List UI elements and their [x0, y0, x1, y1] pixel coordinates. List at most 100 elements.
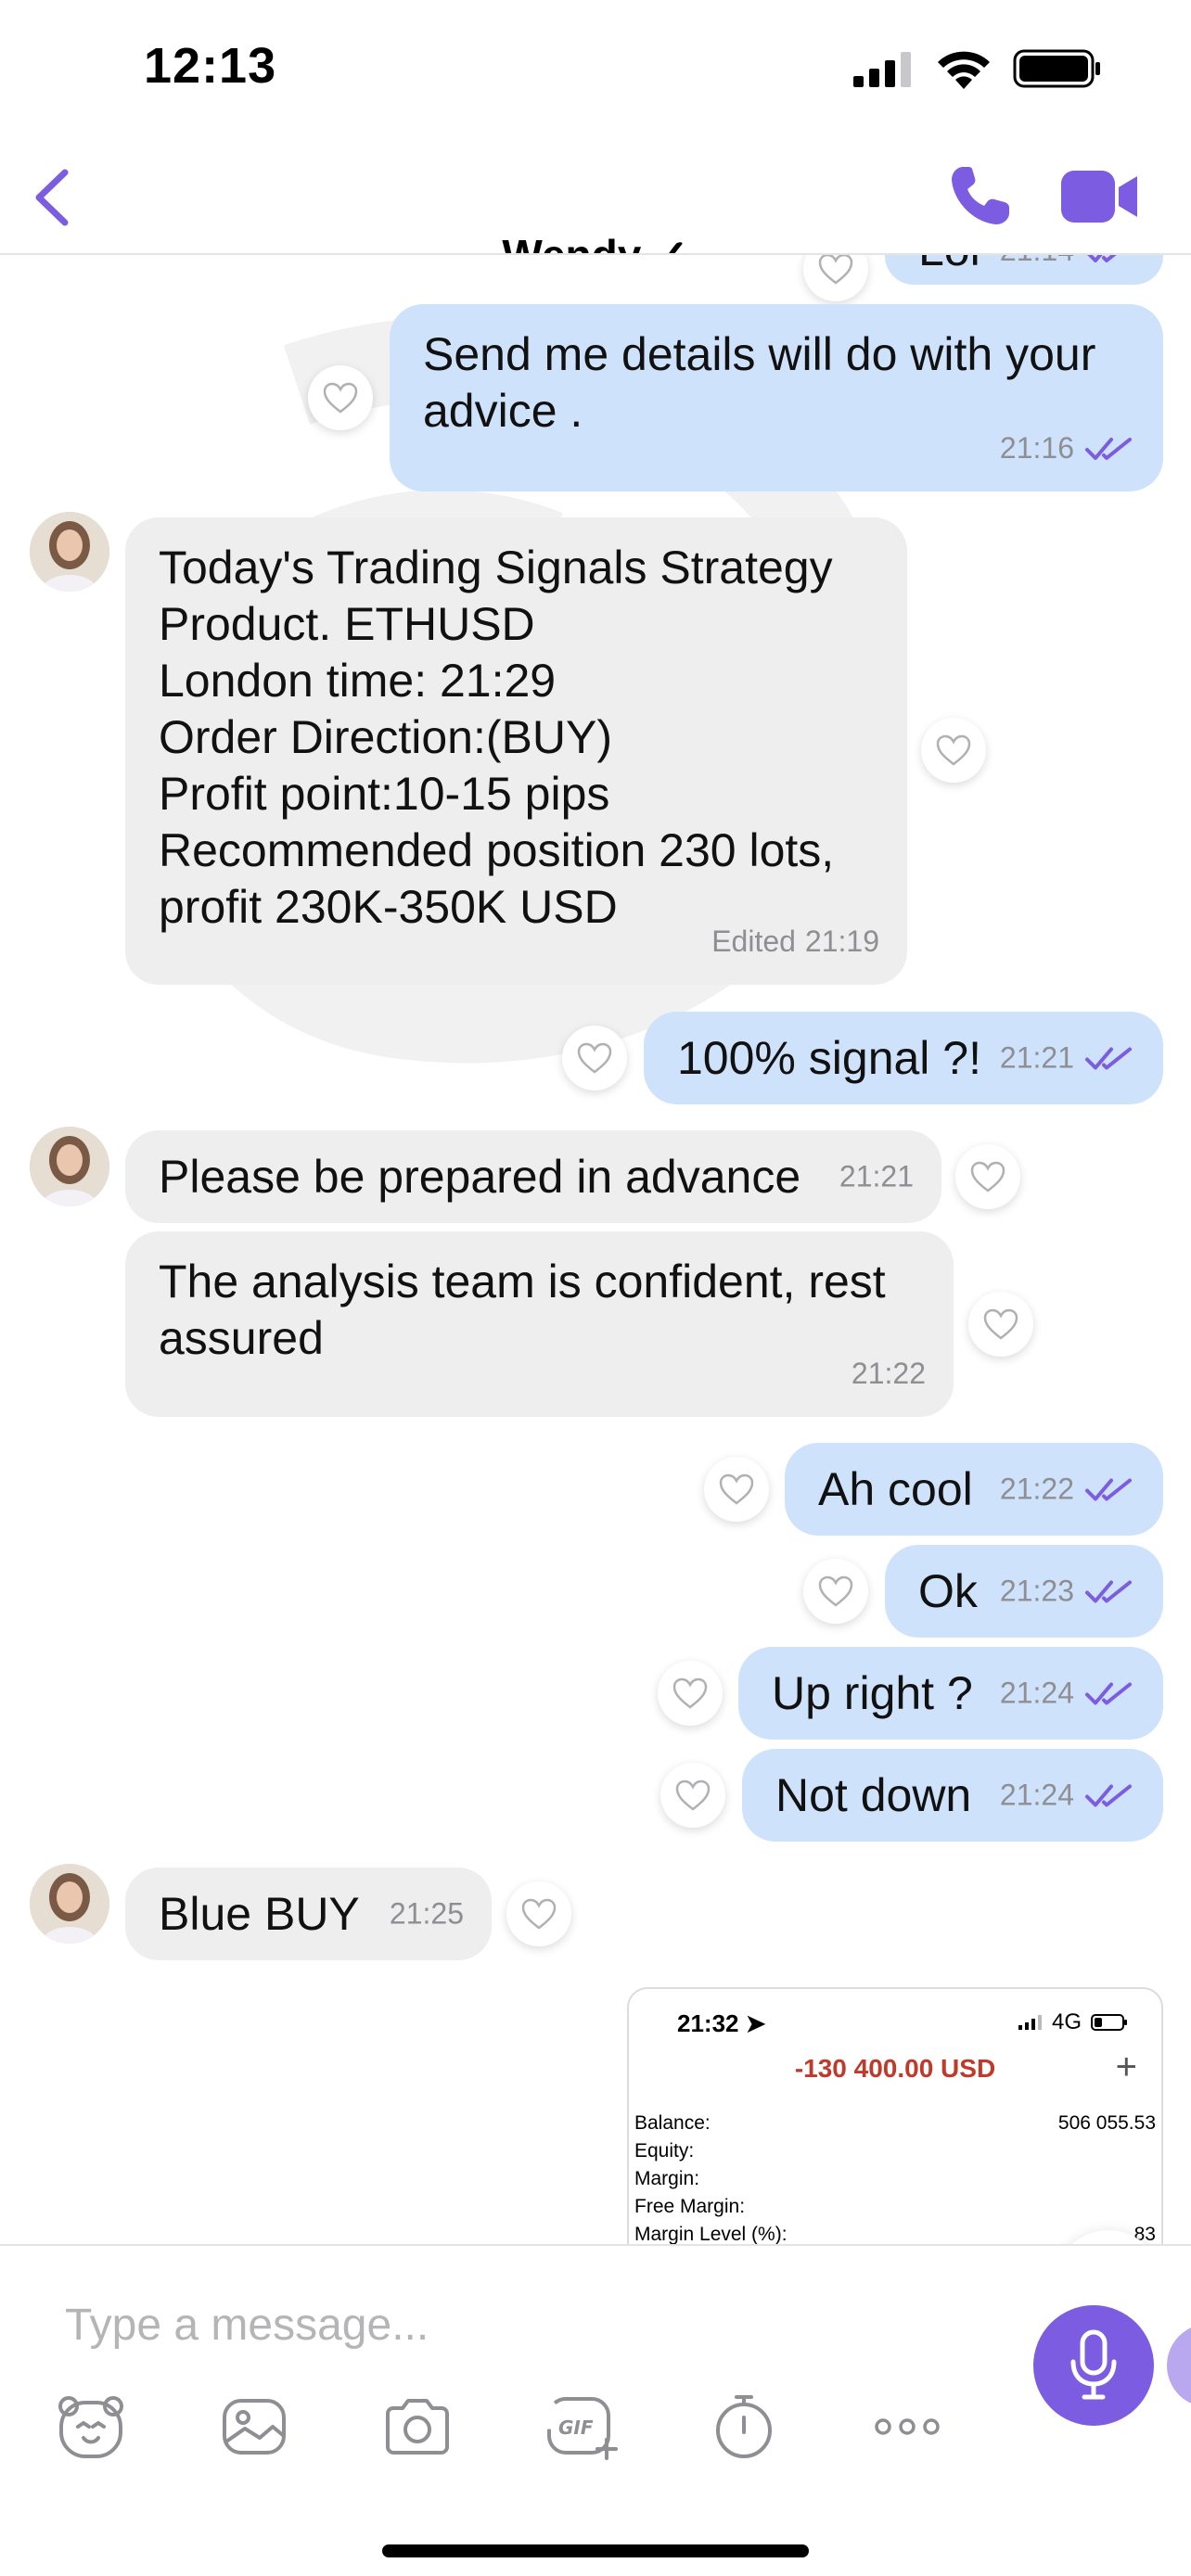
message-bubble-outgoing[interactable]: Not down 21:24 [742, 1749, 1163, 1842]
like-button[interactable] [704, 1457, 769, 1522]
sticker-button[interactable] [56, 2380, 219, 2473]
avatar-photo [30, 1864, 109, 1944]
heart-icon [818, 255, 853, 285]
status-time: 12:13 [144, 38, 277, 94]
message-meta: 21:16 [1000, 420, 1135, 477]
message-bubble-outgoing[interactable]: Lol 21:14 [885, 255, 1163, 285]
message-meta: 21:25 [390, 1886, 464, 1943]
row-label: Margin: [634, 2168, 700, 2189]
contact-avatar[interactable] [30, 512, 109, 592]
gif-button[interactable]: GIF [545, 2380, 709, 2473]
heart-icon [521, 1898, 557, 1930]
message-meta: 21:23 [1000, 1563, 1135, 1620]
message-bubble-incoming[interactable]: Please be prepared in advance 21:21 [125, 1130, 941, 1223]
message-meta: 21:14 [1000, 255, 1135, 279]
attachment-row: Margin: [634, 2165, 1156, 2193]
contact-avatar[interactable] [30, 1127, 109, 1206]
like-button[interactable] [660, 1763, 725, 1828]
message-time: 21:24 [999, 1676, 1074, 1710]
message-line: Profit point:10-15 pips [159, 768, 610, 820]
battery-icon [1013, 49, 1100, 88]
message-bubble-incoming[interactable]: Today's Trading Signals Strategy Product… [125, 517, 907, 985]
message-line: Product. ETHUSD [159, 598, 535, 650]
like-button[interactable] [506, 1881, 571, 1946]
timer-icon [716, 2395, 772, 2458]
message-meta: 21:24 [1000, 1665, 1135, 1722]
like-button[interactable] [968, 1292, 1033, 1357]
message-time: 21:19 [804, 925, 879, 958]
gif-icon: GIF [547, 2397, 618, 2460]
message-time: 21:14 [1000, 255, 1074, 279]
message-list[interactable]: Lol 21:14 Send me details will do with y… [0, 255, 1191, 2244]
battery-low-icon [1091, 2014, 1127, 2031]
composer-toolbar: GIF [56, 2380, 1035, 2473]
like-button[interactable] [955, 1144, 1020, 1209]
message-bubble-outgoing[interactable]: Ok 21:23 [885, 1545, 1163, 1638]
attachment-time-text: 21:32 [677, 2009, 739, 2037]
double-check-icon [1087, 255, 1117, 262]
video-call-button[interactable] [1057, 159, 1141, 234]
attachment-row: Equity: [634, 2137, 1156, 2165]
voice-message-button[interactable] [1033, 2305, 1154, 2426]
message-bubble-outgoing[interactable]: Ah cool 21:22 [785, 1443, 1163, 1536]
camera-icon [386, 2399, 449, 2455]
video-camera-icon [1061, 171, 1137, 223]
svg-text:GIF: GIF [558, 2417, 594, 2439]
heart-icon [983, 1308, 1018, 1340]
location-arrow-icon: ➤ [745, 2009, 766, 2037]
avatar-photo [30, 512, 109, 592]
attachment-profit-loss: -130 400.00 USD [794, 2054, 996, 2083]
double-check-icon [1085, 1682, 1132, 1704]
message-bubble-outgoing[interactable]: Send me details will do with your advice… [390, 304, 1163, 491]
message-line: London time: 21:29 [159, 655, 557, 707]
heart-icon [675, 1779, 711, 1811]
attachment-status-icons: 4G [1018, 2009, 1128, 2035]
chevron-left-icon [35, 169, 69, 226]
message-meta: Edited 21:19 [711, 913, 879, 970]
message-meta: 21:21 [1000, 1030, 1135, 1087]
cellular-signal-icon [1018, 2015, 1042, 2030]
message-time: 21:23 [999, 1574, 1074, 1608]
message-bubble-outgoing[interactable]: 100% signal ?! 21:21 [644, 1012, 1163, 1104]
image-attachment[interactable]: 21:32 ➤ 4G -130 400.00 USD + Balance: 506… [627, 1987, 1163, 2244]
row-label: Margin Level (%): [634, 2224, 788, 2244]
like-button[interactable] [658, 1661, 723, 1726]
like-button[interactable] [562, 1026, 627, 1090]
extra-action-button[interactable] [1167, 2324, 1191, 2407]
message-input[interactable] [65, 2283, 974, 2366]
like-button[interactable] [803, 255, 868, 301]
heart-icon [818, 1575, 853, 1607]
message-text: The analysis team is confident, rest ass… [159, 1256, 886, 1364]
message-composer: GIF [0, 2244, 1191, 2576]
like-button[interactable] [921, 718, 986, 783]
message-line: Order Direction:(BUY) [159, 711, 612, 763]
double-check-icon [1085, 1784, 1132, 1806]
contact-avatar[interactable] [30, 1864, 109, 1944]
message-meta: 21:21 [839, 1149, 914, 1205]
contact-name[interactable]: Wendy ✓ [0, 230, 1191, 253]
microphone-icon [1070, 2329, 1117, 2400]
phone-icon [952, 167, 1009, 224]
message-bubble-incoming[interactable]: The analysis team is confident, rest ass… [125, 1231, 954, 1417]
like-button[interactable] [308, 365, 373, 430]
message-time: 21:25 [389, 1896, 464, 1931]
like-button[interactable] [803, 1559, 868, 1624]
chat-header: Wendy ✓ [0, 139, 1191, 255]
heart-icon [577, 1042, 612, 1074]
camera-button[interactable] [382, 2380, 545, 2473]
double-check-icon [1085, 1478, 1132, 1500]
back-button[interactable] [24, 165, 80, 230]
gallery-button[interactable] [219, 2380, 382, 2473]
attachment-row: Free Margin: [634, 2193, 1156, 2221]
image-gallery-icon [223, 2399, 286, 2455]
timer-button[interactable] [709, 2380, 872, 2473]
message-bubble-outgoing[interactable]: Up right ? 21:24 [738, 1647, 1163, 1740]
status-icons [853, 48, 1102, 89]
message-text: Today's Trading Signals Strategy Product… [159, 540, 874, 936]
wifi-icon [938, 51, 990, 89]
message-text: Please be prepared in advance [159, 1151, 801, 1203]
more-options-button[interactable] [872, 2380, 1035, 2473]
message-time: 21:21 [839, 1159, 914, 1193]
voice-call-button[interactable] [942, 159, 1017, 234]
message-bubble-incoming[interactable]: Blue BUY 21:25 [125, 1868, 492, 1960]
